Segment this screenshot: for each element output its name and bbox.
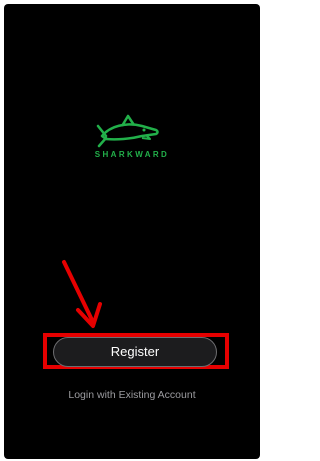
app-logo: SHARKWARD [92, 110, 172, 170]
brand-name: SHARKWARD [94, 150, 170, 159]
login-existing-account-link[interactable]: Login with Existing Account [0, 389, 264, 401]
register-button[interactable]: Register [53, 337, 217, 367]
arrow-down-right-icon [62, 260, 102, 328]
shark-icon [96, 114, 159, 148]
